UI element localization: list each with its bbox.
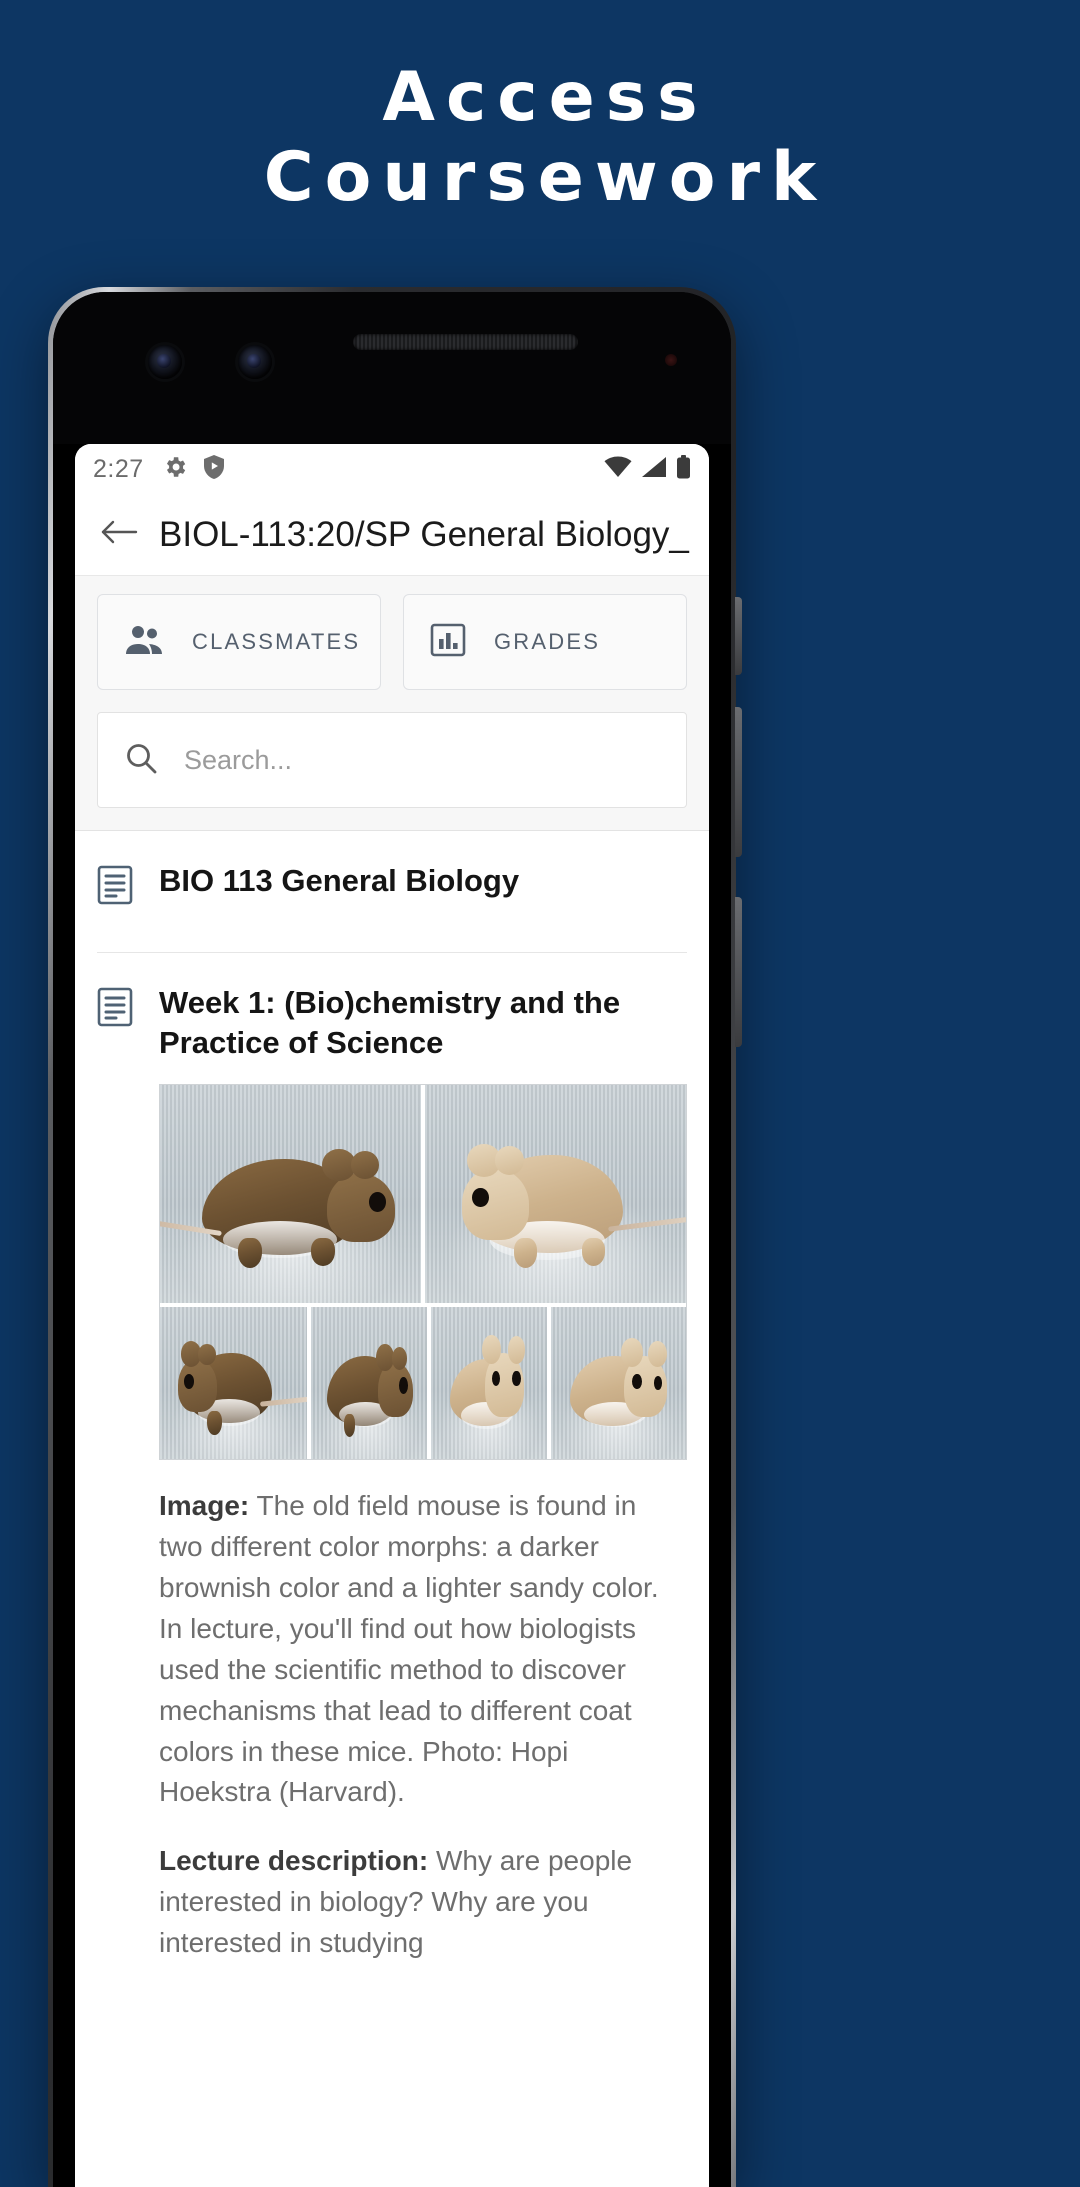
people-icon xyxy=(124,624,164,661)
image-caption-text: The old field mouse is found in two diff… xyxy=(159,1490,659,1808)
classmates-label: CLASSMATES xyxy=(192,629,361,654)
mouse-photo xyxy=(311,1307,428,1460)
course-content-list: BIO 113 General Biology Week 1: (Bio)che… xyxy=(75,831,709,1992)
volume-down-button[interactable] xyxy=(735,897,742,1047)
gear-icon xyxy=(162,454,188,485)
promo-headline-line-2: Coursework xyxy=(263,138,828,218)
shield-play-icon xyxy=(202,454,226,485)
grades-label: GRADES xyxy=(494,629,601,654)
battery-icon xyxy=(676,454,691,484)
app-bar: BIOL-113:20/SP General Biology_1 xyxy=(75,494,709,576)
lecture-description-label: Lecture description: xyxy=(159,1845,429,1877)
mouse-photo xyxy=(425,1085,686,1304)
power-button[interactable] xyxy=(735,597,742,675)
course-toolbar: CLASSMATES GRADES Search... xyxy=(75,576,709,831)
list-item-title: BIO 113 General Biology xyxy=(159,863,520,898)
grades-button[interactable]: GRADES xyxy=(403,594,687,690)
search-icon xyxy=(124,741,158,780)
list-item[interactable]: BIO 113 General Biology xyxy=(75,831,709,910)
proximity-sensor-icon xyxy=(665,354,677,366)
status-bar: 2:27 xyxy=(75,444,709,494)
volume-up-button[interactable] xyxy=(735,707,742,857)
bar-chart-icon xyxy=(430,623,466,662)
phone-bezel-top xyxy=(53,292,731,444)
document-icon xyxy=(97,865,133,910)
front-camera-icon xyxy=(148,345,182,379)
document-icon xyxy=(97,987,133,1032)
app-screen: 2:27 BIOL-113:20/SP General Biology_1 CL… xyxy=(75,444,709,2187)
mouse-photo xyxy=(431,1307,548,1460)
search-bar[interactable] xyxy=(97,712,687,808)
status-bar-time: 2:27 xyxy=(93,454,144,483)
phone-device-mockup: 2:27 BIOL-113:20/SP General Biology_1 CL… xyxy=(48,287,742,2187)
image-caption-paragraph: Image: The old field mouse is found in t… xyxy=(159,1486,687,1813)
front-camera-secondary-icon xyxy=(238,345,272,379)
image-caption-label: Image: xyxy=(159,1490,250,1522)
search-input[interactable] xyxy=(184,744,660,776)
earpiece-speaker-icon xyxy=(353,334,578,350)
promo-headline: Access Coursework xyxy=(0,58,1080,218)
cellular-signal-icon xyxy=(641,456,667,483)
mouse-photo-grid xyxy=(159,1084,687,1461)
arrow-left-icon xyxy=(100,517,138,552)
classmates-button[interactable]: CLASSMATES xyxy=(97,594,381,690)
mouse-photo xyxy=(160,1085,421,1304)
mouse-photo xyxy=(551,1307,686,1460)
list-item-title: Week 1: (Bio)chemistry and the Practice … xyxy=(159,985,621,1060)
wifi-icon xyxy=(604,456,632,483)
page-title: BIOL-113:20/SP General Biology_1 xyxy=(159,514,691,554)
lecture-description-paragraph: Lecture description: Why are people inte… xyxy=(159,1841,687,1964)
mouse-photo xyxy=(160,1307,308,1460)
back-button[interactable] xyxy=(93,509,145,561)
promo-headline-line-1: Access xyxy=(382,58,709,137)
list-item[interactable]: Week 1: (Bio)chemistry and the Practice … xyxy=(75,953,709,1992)
